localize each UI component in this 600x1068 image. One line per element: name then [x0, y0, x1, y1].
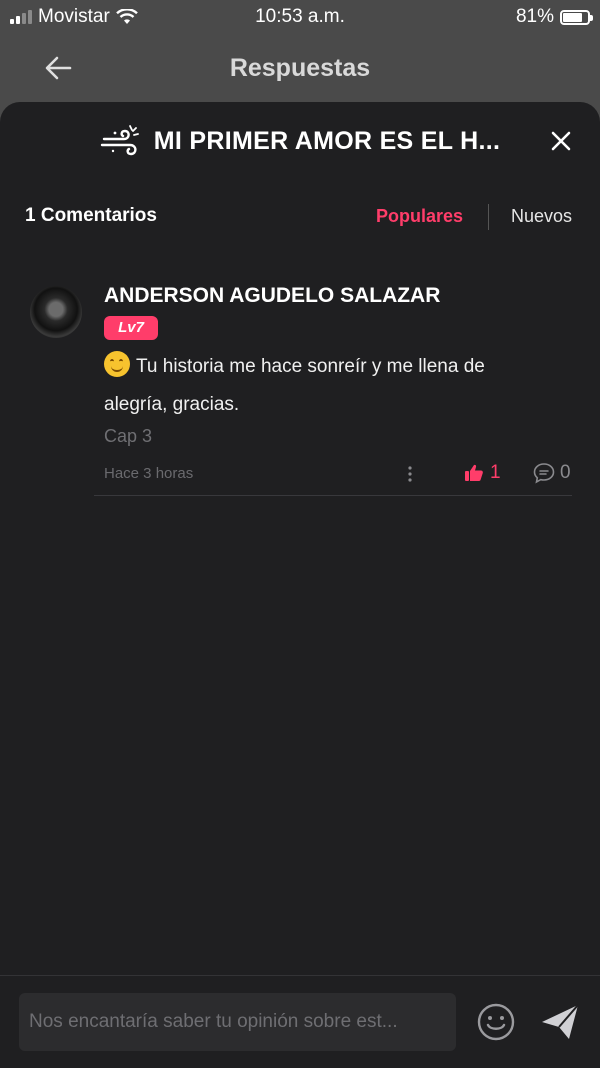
like-button[interactable]: 1 [464, 462, 501, 484]
close-button[interactable] [548, 128, 574, 154]
story-title-wrap: MI PRIMER AMOR ES EL H... [100, 122, 500, 160]
status-right: 81% [390, 6, 593, 28]
comments-count: 1 Comentarios [25, 205, 157, 226]
page-title: Respuestas [229, 53, 371, 82]
status-left: Movistar [10, 6, 210, 28]
replies-sheet: MI PRIMER AMOR ES EL H... 1 Comentarios … [0, 102, 600, 1067]
sort-new-tab[interactable]: Nuevos [511, 206, 572, 227]
arrow-left-icon [45, 56, 72, 80]
comment-body: Tu historia me hace sonreír y me llena d… [104, 356, 485, 415]
nav-bar: Respuestas [0, 34, 600, 102]
wifi-icon [115, 9, 138, 24]
comment-timestamp: Hace 3 horas [104, 465, 194, 482]
reply-button[interactable]: 0 [532, 462, 571, 484]
story-title: MI PRIMER AMOR ES EL H... [153, 126, 501, 155]
thumbs-up-icon [465, 464, 483, 481]
reply-count: 0 [560, 462, 571, 483]
battery-percent: 81% [515, 6, 554, 27]
comments-bar: 1 Comentarios Populares Nuevos [0, 202, 600, 232]
back-button[interactable] [40, 50, 76, 86]
smiling-face-icon [104, 351, 130, 377]
sort-divider [488, 204, 489, 230]
wind-icon [100, 125, 139, 156]
send-icon [542, 1004, 579, 1039]
like-count: 1 [490, 462, 501, 483]
more-vertical-icon [408, 466, 412, 482]
comment-text: Tu historia me hace sonreír y me llena d… [104, 348, 544, 424]
battery-icon [560, 9, 593, 25]
emoji-button[interactable] [476, 1002, 516, 1042]
status-time: 10:53 a.m. [255, 6, 345, 27]
carrier-label: Movistar [38, 6, 110, 27]
send-button[interactable] [538, 1000, 582, 1044]
comment-author[interactable]: ANDERSON AGUDELO SALAZAR [104, 284, 440, 308]
comment-input[interactable] [19, 993, 456, 1051]
comment-divider [94, 495, 572, 496]
input-bar [0, 975, 600, 1068]
sort-popular-tab[interactable]: Populares [376, 206, 463, 227]
comment-chapter: Cap 3 [104, 426, 153, 446]
comment-icon [533, 463, 555, 484]
smiley-icon [477, 1003, 515, 1041]
status-bar: Movistar 10:53 a.m. 81% [0, 0, 600, 34]
avatar[interactable] [30, 286, 82, 338]
level-badge: Lv7 [104, 316, 158, 340]
close-icon [551, 131, 571, 151]
more-options-button[interactable] [400, 462, 420, 486]
signal-icon [10, 10, 32, 24]
comment-item: ANDERSON AGUDELO SALAZAR Lv7 Tu historia… [0, 282, 600, 497]
sheet-header: MI PRIMER AMOR ES EL H... [0, 102, 600, 180]
